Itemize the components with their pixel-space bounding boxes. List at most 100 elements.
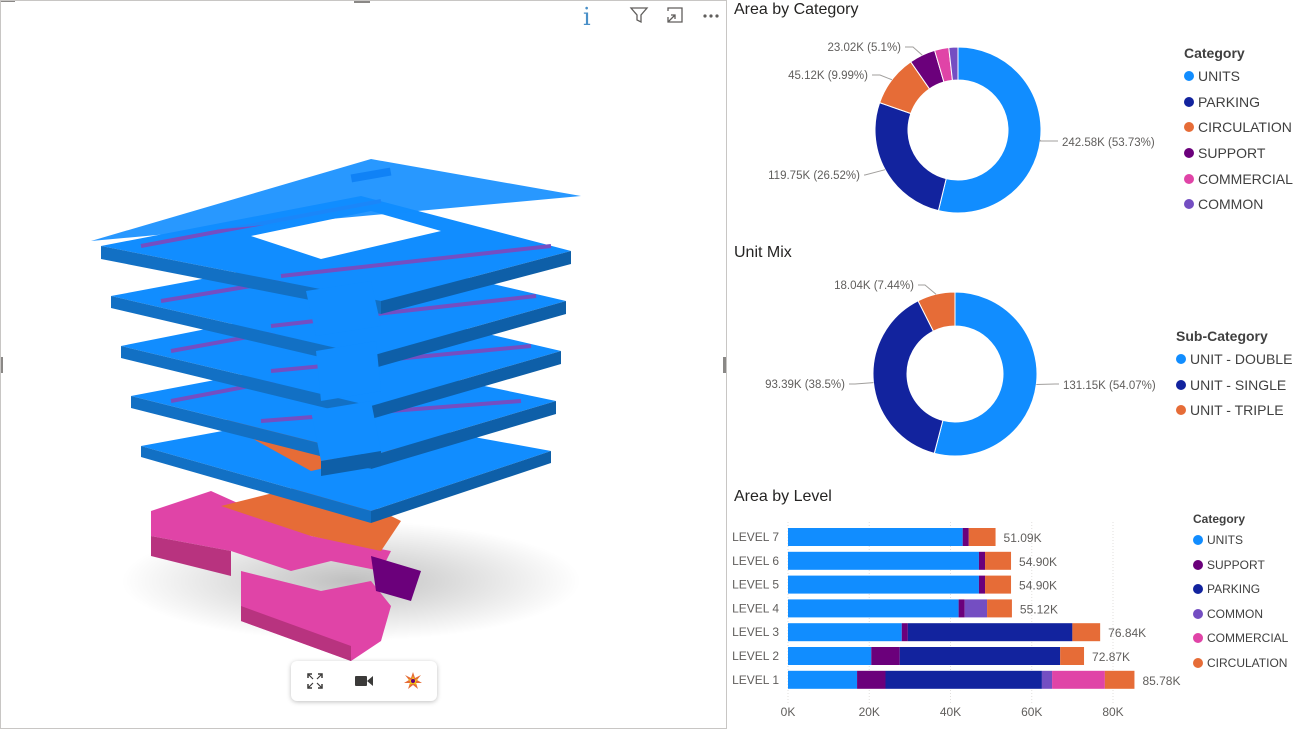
bar-support-level-5[interactable] [978,575,986,594]
data-label: 131.15K (54.07%) [1063,380,1156,392]
bar-support-level-3[interactable] [901,623,908,642]
floor-stack [91,159,581,523]
resize-handle-left[interactable] [1,357,3,373]
leader-line [849,382,874,385]
bar-units-level-5[interactable] [788,575,979,594]
camera-icon[interactable] [351,668,377,694]
data-label: 18.04K (7.44%) [834,280,914,292]
visual-header [628,5,722,27]
area-by-category-visual[interactable]: Area by Category 242.58K (53.73%) 119.75K… [728,0,1296,240]
area-by-level-visual[interactable]: Area by Level 0K 20K 40K 60K 80K LEVEL 7 51.09… [728,487,1296,730]
legend-label: CIRCULATION [1198,119,1292,136]
focus-mode-icon[interactable] [664,5,686,27]
x-tick-label: 20K [859,705,880,719]
bar-parking-level-1[interactable] [885,670,1042,689]
legend-item-parking[interactable]: PARKING [1193,577,1288,602]
bar-circulation-level-6[interactable] [985,551,1012,570]
legend-item-support[interactable]: SUPPORT [1184,140,1293,166]
y-tick-label: LEVEL 7 [732,530,779,544]
legend-marker [1193,535,1203,546]
legend-marker [1184,199,1194,210]
bar-common-level-1[interactable] [1041,670,1053,689]
legend-item-unit-triple[interactable]: UNIT - TRIPLE [1176,397,1292,423]
legend-label: SUPPORT [1198,144,1266,161]
x-tick-label: 40K [940,705,961,719]
legend-item-circulation[interactable]: CIRCULATION [1193,651,1288,676]
x-tick-label: 60K [1021,705,1042,719]
bar-units-level-4[interactable] [788,599,959,618]
filter-icon[interactable] [628,5,650,27]
bar-units-level-3[interactable] [788,623,902,642]
legend-item-parking[interactable]: PARKING [1184,89,1293,115]
leader-line [918,284,937,295]
bar-support-level-4[interactable] [958,599,965,618]
bar-units-level-2[interactable] [788,647,872,665]
explode-icon[interactable] [400,668,426,694]
legend-marker [1184,173,1194,184]
data-label: 93.39K (38.5%) [765,379,845,391]
bar-circulation-level-4[interactable] [987,599,1012,618]
legend-marker [1176,405,1186,416]
more-options-icon[interactable] [700,5,722,27]
total-label: 54.90K [1019,579,1057,593]
legend-label: SUPPORT [1207,557,1265,572]
legend-marker [1184,147,1194,158]
legend-title: Category [1193,512,1246,526]
info-icon[interactable]: i [583,3,591,31]
expand-icon[interactable] [302,668,328,694]
legend-item-support[interactable]: SUPPORT [1193,553,1288,578]
legend-marker [1193,657,1203,668]
leader-line [905,46,923,56]
legend-marker [1184,96,1194,107]
legend-marker [1193,608,1203,619]
total-label: 55.12K [1020,602,1058,616]
building-model[interactable] [81,151,601,671]
bar-support-level-6[interactable] [978,551,986,570]
unit-mix-visual[interactable]: Unit Mix 131.15K (54.07%) 93.39K (38.5%) 1… [728,243,1296,483]
bar-common-level-4[interactable] [964,599,988,618]
slice-parking[interactable] [874,102,947,212]
resize-handle-top[interactable] [354,1,370,3]
y-tick-label: LEVEL 3 [732,625,779,639]
resize-handle-right[interactable] [723,357,726,373]
bar-commercial-level-1[interactable] [1052,670,1105,689]
legend-item-unit-double[interactable]: UNIT - DOUBLE [1176,346,1292,372]
data-label: 23.02K (5.1%) [827,42,901,54]
legend-label: UNIT - TRIPLE [1190,402,1284,419]
legend-item-unit-single[interactable]: UNIT - SINGLE [1176,372,1292,398]
total-label: 76.84K [1108,626,1146,640]
bar-units-level-6[interactable] [788,551,979,570]
bar-support-level-2[interactable] [871,647,900,665]
bar-support-level-7[interactable] [962,528,969,546]
legend-item-common[interactable]: COMMON [1184,191,1293,217]
y-tick-label: LEVEL 1 [732,673,779,687]
bar-units-level-7[interactable] [788,528,963,546]
building-3d-visual[interactable]: i [0,0,727,729]
bar-parking-level-3[interactable] [907,623,1073,642]
legend-item-units[interactable]: UNITS [1184,63,1293,89]
viewer-toolbar [291,661,437,701]
legend-item-units[interactable]: UNITS [1193,528,1288,553]
bar-circulation-level-7[interactable] [968,528,996,546]
legend-item-common[interactable]: COMMON [1193,602,1288,627]
legend-marker [1193,559,1203,570]
bar-circulation-level-2[interactable] [1060,647,1085,665]
legend-label: COMMON [1198,196,1264,213]
x-tick-label: 0K [781,705,796,719]
bar-circulation-level-1[interactable] [1104,670,1135,689]
legend-marker [1193,633,1203,644]
bar-units-level-1[interactable] [788,670,858,689]
data-label: 45.12K (9.99%) [788,70,868,82]
total-label: 54.90K [1019,555,1057,569]
bar-support-level-1[interactable] [857,670,886,689]
bar-circulation-level-3[interactable] [1072,623,1101,642]
legend-label: UNIT - SINGLE [1190,376,1287,393]
legend-label: COMMERCIAL [1207,631,1289,646]
legend-title: Sub-Category [1176,328,1268,344]
legend-item-commercial[interactable]: COMMERCIAL [1193,626,1288,651]
bar-parking-level-2[interactable] [899,647,1061,665]
legend-item-circulation[interactable]: CIRCULATION [1184,114,1293,140]
total-label: 85.78K [1142,674,1180,688]
bar-circulation-level-5[interactable] [985,575,1012,594]
legend-item-commercial[interactable]: COMMERCIAL [1184,166,1293,192]
